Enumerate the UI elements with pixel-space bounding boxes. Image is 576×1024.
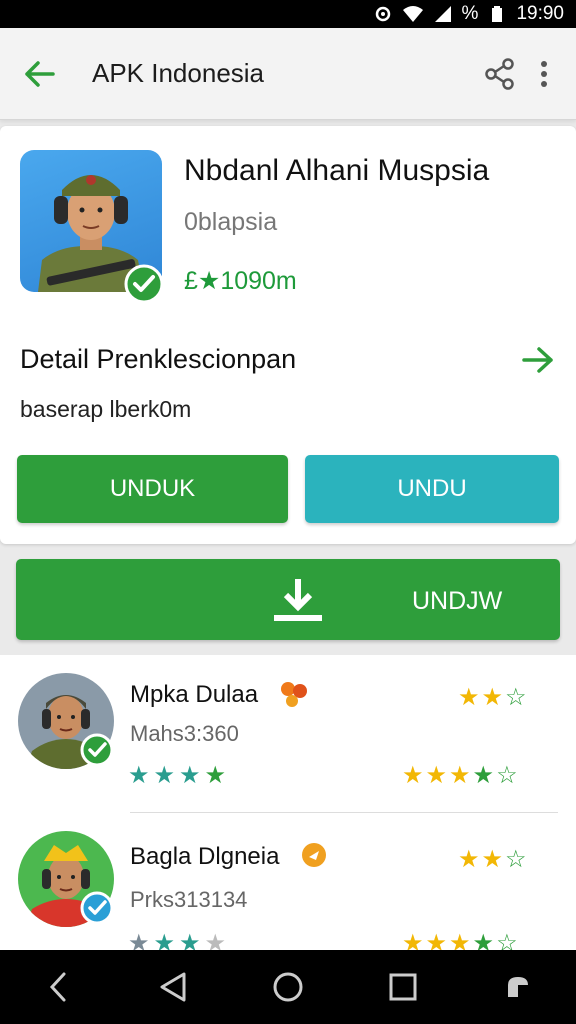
reviewer-name: Bagla Dlgneia xyxy=(130,843,280,870)
reviewer-meta: Prks313134 xyxy=(130,887,248,912)
verified-badge-icon xyxy=(124,264,164,304)
home-icon[interactable] xyxy=(264,963,312,1011)
download-icon xyxy=(274,579,322,621)
app-bar-title: APK Indonesia xyxy=(92,58,265,88)
back-triangle-icon[interactable] xyxy=(149,963,197,1011)
star-rating: ★★☆ xyxy=(458,684,529,711)
reviewer-name: Mpka Dulaa xyxy=(130,681,259,708)
detail-title[interactable]: Detail Prenklescionpan xyxy=(20,344,296,375)
reviews-list: Mpka Dulaa Mahs3:360 ★★★★ ★★☆ ★★★★☆ Bagl… xyxy=(0,655,576,950)
divider xyxy=(130,812,558,813)
app-info-card: Nbdanl Alhani Muspsia 0blapsia £★1090m D… xyxy=(0,126,576,544)
signal-icon xyxy=(432,5,454,23)
back-chevron-icon[interactable] xyxy=(34,963,82,1011)
battery-icon xyxy=(486,5,508,23)
wifi-icon xyxy=(402,5,424,23)
assistant-icon[interactable] xyxy=(494,963,542,1011)
recents-icon[interactable] xyxy=(379,963,427,1011)
app-developer: 0blapsia xyxy=(184,208,278,236)
emoji-badge-icon xyxy=(281,682,307,707)
star-rating: ★★★★ xyxy=(128,762,231,789)
detail-subtitle: baserap lberk0m xyxy=(20,396,192,422)
list-item[interactable]: Bagla Dlgneia Prks313134 ★★★★ ★★☆ ★★★★☆ xyxy=(0,817,576,950)
list-item[interactable]: Mpka Dulaa Mahs3:360 ★★★★ ★★☆ ★★★★☆ xyxy=(0,655,576,813)
app-name: Nbdanl Alhani Muspsia xyxy=(184,154,490,187)
status-bar: % 19:90 xyxy=(0,0,576,28)
star-rating: ★★★★ xyxy=(128,930,231,950)
star-rating: ★★☆ xyxy=(458,846,529,873)
more-options-icon[interactable] xyxy=(522,52,566,96)
emoji-badge-icon xyxy=(302,843,326,867)
back-arrow-icon[interactable] xyxy=(20,54,60,94)
avatar xyxy=(18,673,114,769)
download-button-label: UNDJW xyxy=(412,587,503,615)
verified-badge-icon xyxy=(80,891,114,925)
reviewer-meta: Mahs3:360 xyxy=(130,721,239,746)
status-time: 19:90 xyxy=(516,3,564,24)
system-nav-bar xyxy=(0,950,576,1024)
app-rating-size: £★1090m xyxy=(184,267,297,295)
download-button[interactable]: UNDJW xyxy=(16,559,560,640)
download-secondary-button[interactable]: UNDU xyxy=(305,455,559,523)
download-primary-button[interactable]: UNDUK xyxy=(17,455,288,523)
share-icon[interactable] xyxy=(478,52,522,96)
notification-icon xyxy=(372,5,394,23)
arrow-right-icon[interactable] xyxy=(518,340,558,380)
battery-percent: % xyxy=(461,3,479,24)
app-bar: APK Indonesia xyxy=(0,28,576,120)
star-rating: ★★★★☆ xyxy=(402,762,520,789)
avatar xyxy=(18,831,114,927)
verified-badge-icon xyxy=(80,733,114,767)
star-rating: ★★★★☆ xyxy=(402,930,520,950)
